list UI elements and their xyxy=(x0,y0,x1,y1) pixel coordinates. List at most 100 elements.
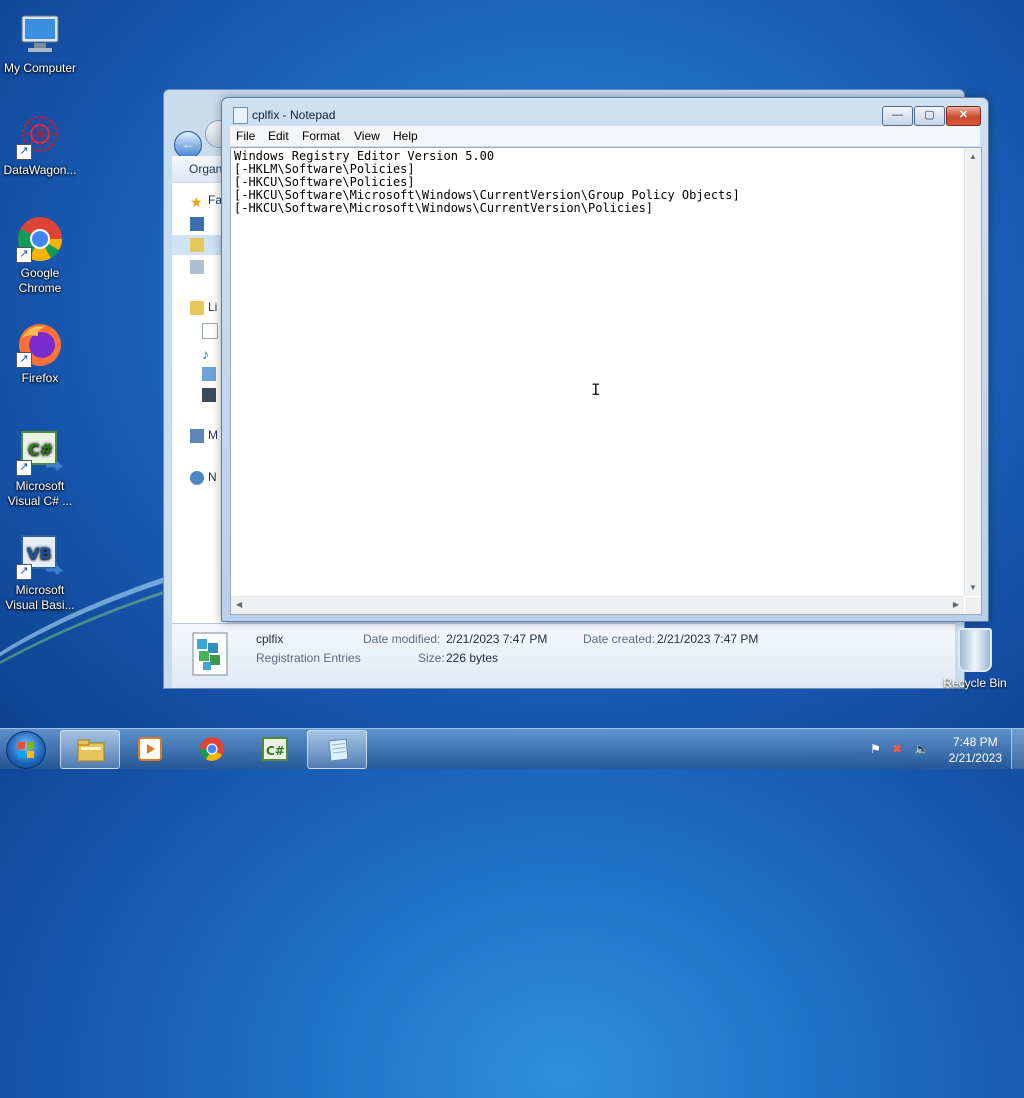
chrome-icon xyxy=(200,737,224,761)
computer-icon xyxy=(190,428,204,443)
file-name: cplfix xyxy=(256,632,284,646)
details-pane: cplfix Registration Entries Date modifie… xyxy=(172,623,955,688)
music-icon: ♪ xyxy=(202,345,209,362)
window-title: cplfix - Notepad xyxy=(252,108,336,122)
shortcut-arrow-icon: ↗ xyxy=(16,144,32,160)
notepad-icon xyxy=(328,738,349,762)
show-desktop-button[interactable] xyxy=(1011,729,1024,769)
media-player-icon xyxy=(138,737,162,761)
nav-item-libraries[interactable]: Li xyxy=(190,300,217,315)
recent-places-icon xyxy=(190,259,204,274)
scroll-right-icon[interactable]: ▶ xyxy=(953,600,959,609)
network-error-icon[interactable]: ✖ xyxy=(892,742,906,756)
nav-item-computer[interactable]: M xyxy=(190,428,218,443)
desktop-icon-label: DataWagon... xyxy=(3,163,77,177)
vertical-scrollbar[interactable]: ▲ ▼ xyxy=(964,148,981,596)
desktop-icon-firefox[interactable]: ↗ Firefox xyxy=(0,320,80,386)
desktop-icon-visual-csharp[interactable]: C# ↗ Microsoft Visual C# ... xyxy=(0,428,80,509)
videos-icon xyxy=(202,387,216,402)
clock[interactable]: 7:48 PM 2/21/2023 xyxy=(949,734,1002,766)
firefox-icon: ↗ xyxy=(16,320,64,368)
desktop-icon-label: My Computer xyxy=(3,61,77,75)
desktop-icon-google-chrome[interactable]: ↗ Google Chrome xyxy=(0,215,80,296)
text-editor[interactable]: Windows Registry Editor Version 5.00 [-HK… xyxy=(230,147,982,615)
date-created-label: Date created: xyxy=(583,632,656,646)
desktop-icon-label: Microsoft Visual C# ... xyxy=(7,479,73,508)
desktop-icon-label: Google Chrome xyxy=(18,266,62,295)
file-type: Registration Entries xyxy=(256,651,361,665)
horizontal-scrollbar[interactable]: ◀ ▶ xyxy=(231,596,964,614)
taskbar-explorer[interactable] xyxy=(60,730,120,769)
windows-logo-icon xyxy=(18,742,34,758)
shortcut-arrow-icon: ↗ xyxy=(16,564,32,580)
datawagon-icon: ↗ xyxy=(16,112,64,160)
desktop-icon xyxy=(190,216,204,231)
organize-button[interactable]: Organ xyxy=(189,162,222,176)
nav-item-favorites[interactable]: ★ Fa xyxy=(190,193,222,210)
clock-date: 2/21/2023 xyxy=(948,751,1002,765)
libraries-icon xyxy=(190,300,204,315)
scroll-left-icon[interactable]: ◀ xyxy=(236,600,242,609)
desktop-icon-my-computer[interactable]: My Computer xyxy=(0,10,80,76)
star-icon: ★ xyxy=(190,193,203,210)
editor-content: Windows Registry Editor Version 5.00 [-HK… xyxy=(234,150,740,215)
visual-csharp-icon: C# ↗ xyxy=(16,428,64,476)
registry-file-icon xyxy=(189,631,233,677)
nav-item-recent[interactable] xyxy=(190,259,208,274)
scroll-down-icon[interactable]: ▼ xyxy=(969,583,977,592)
svg-text:C#: C# xyxy=(266,744,285,758)
nav-item-music[interactable]: ♪ xyxy=(202,345,220,362)
desktop-icon-label: Microsoft Visual Basi... xyxy=(5,583,75,612)
taskbar: C# ⚑ ✖ 🔈 7:48 PM 2/21/2023 xyxy=(0,728,1024,769)
visual-csharp-icon: C# xyxy=(262,737,288,761)
nav-item-videos[interactable] xyxy=(202,387,220,402)
menu-help[interactable]: Help xyxy=(393,129,418,143)
desktop-icon-recycle-bin[interactable]: Recycle Bin xyxy=(940,628,1010,690)
size-value: 226 bytes xyxy=(446,651,499,665)
network-icon xyxy=(190,470,204,485)
minimize-button[interactable]: — xyxy=(882,106,913,126)
clock-time: 7:48 PM xyxy=(952,735,998,749)
computer-icon xyxy=(16,10,64,58)
visual-basic-icon: VB ↗ xyxy=(16,532,64,580)
date-modified-label: Date modified: xyxy=(363,632,441,646)
date-modified-value: 2/21/2023 7:47 PM xyxy=(446,632,548,646)
taskbar-notepad[interactable] xyxy=(307,730,367,769)
taskbar-media-player[interactable] xyxy=(120,730,178,767)
desktop-icon-visual-basic[interactable]: VB ↗ Microsoft Visual Basi... xyxy=(0,532,80,613)
start-button[interactable] xyxy=(6,731,46,769)
desktop-icon-datawagon[interactable]: ↗ DataWagon... xyxy=(0,112,80,178)
shortcut-arrow-icon: ↗ xyxy=(16,247,32,263)
close-button[interactable]: ✕ xyxy=(946,106,981,126)
notepad-icon xyxy=(233,107,248,124)
menu-edit[interactable]: Edit xyxy=(268,129,289,143)
nav-item-documents[interactable] xyxy=(202,323,222,339)
pictures-icon xyxy=(202,366,216,381)
nav-item-network[interactable]: N xyxy=(190,470,217,485)
nav-item-downloads[interactable] xyxy=(172,235,227,255)
shortcut-arrow-icon: ↗ xyxy=(16,352,32,368)
menu-file[interactable]: File xyxy=(236,129,255,143)
menu-view[interactable]: View xyxy=(354,129,380,143)
date-created-value: 2/21/2023 7:47 PM xyxy=(657,632,759,646)
desktop-icon-label: Firefox xyxy=(21,371,59,385)
scroll-up-icon[interactable]: ▲ xyxy=(969,152,977,161)
recycle-bin-icon xyxy=(958,628,992,672)
desktop-icon-label: Recycle Bin xyxy=(943,676,1007,690)
action-center-icon[interactable]: ⚑ xyxy=(870,742,884,756)
nav-item-desktop[interactable] xyxy=(190,216,208,231)
taskbar-visual-csharp[interactable]: C# xyxy=(245,730,303,767)
downloads-icon xyxy=(190,238,204,252)
back-button[interactable]: ← xyxy=(174,131,202,159)
menu-format[interactable]: Format xyxy=(302,129,340,143)
text-cursor-icon: I xyxy=(591,380,601,399)
svg-text:C#: C# xyxy=(28,440,53,459)
volume-icon[interactable]: 🔈 xyxy=(914,742,929,756)
taskbar-chrome[interactable] xyxy=(182,730,240,767)
nav-item-pictures[interactable] xyxy=(202,366,220,381)
shortcut-arrow-icon: ↗ xyxy=(16,460,32,476)
maximize-button[interactable]: ▢ xyxy=(914,106,945,126)
svg-text:VB: VB xyxy=(27,544,52,563)
size-grip[interactable] xyxy=(965,597,981,614)
notepad-window[interactable]: cplfix - Notepad — ▢ ✕ File Edit Format … xyxy=(221,97,989,622)
